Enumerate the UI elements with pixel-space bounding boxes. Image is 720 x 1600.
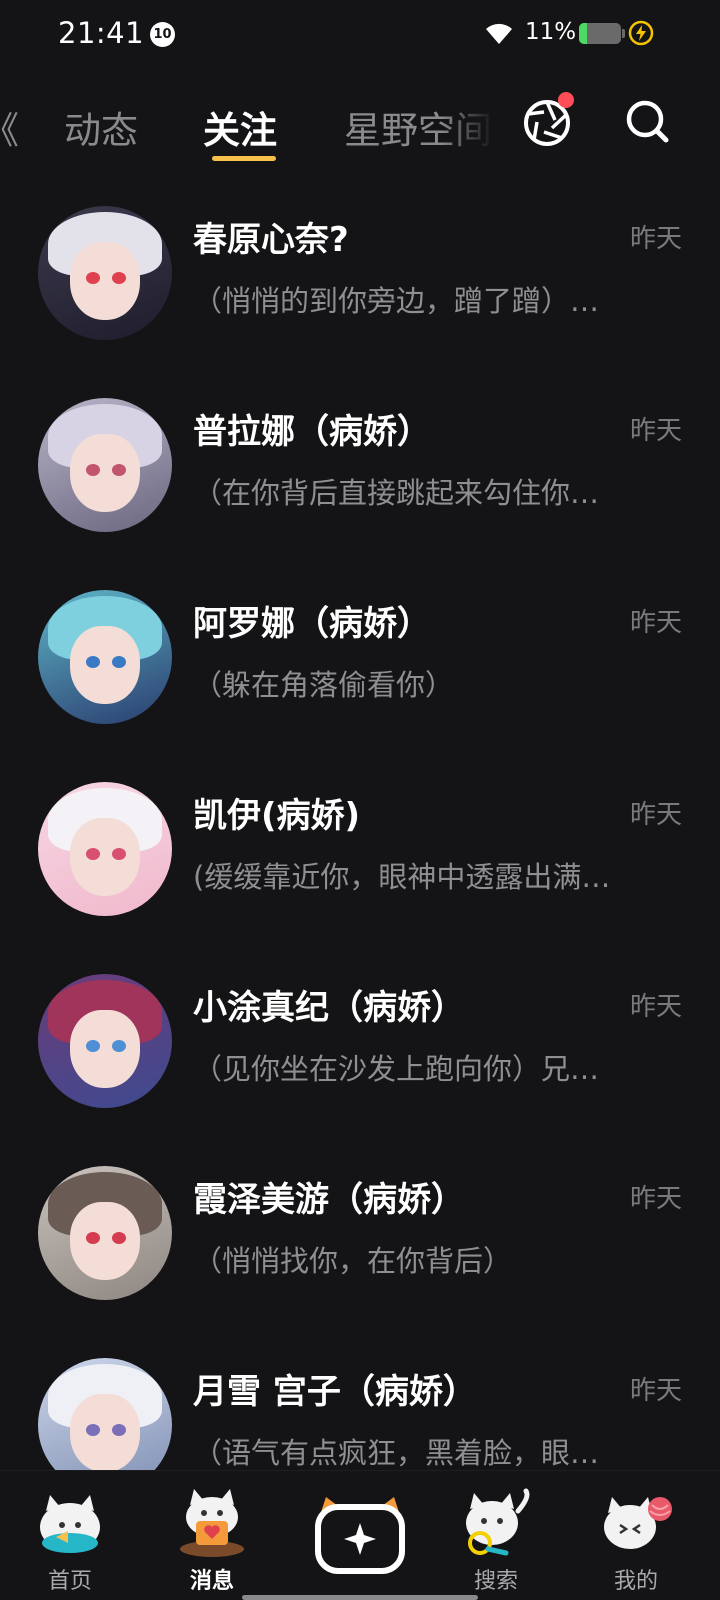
chat-row[interactable]: 阿罗娜（病娇） 昨天 （躲在角落偷看你） <box>0 572 720 764</box>
chat-name: 霞泽美游（病娇） <box>193 1180 465 1220</box>
chat-time: 昨天 <box>629 800 682 830</box>
chat-row[interactable]: 凯伊(病娇) 昨天 (缓缓靠近你，眼神中透露出满… <box>0 764 720 956</box>
chat-preview: （悄悄的到你旁边，蹭了蹭）… <box>193 284 600 318</box>
nav-search-label: 搜索 <box>473 1569 518 1594</box>
chat-name: 凯伊(病娇) <box>193 796 361 836</box>
chat-time: 昨天 <box>629 992 682 1022</box>
chat-name: 小涂真纪（病娇） <box>193 988 465 1028</box>
chat-name: 普拉娜（病娇） <box>193 412 431 452</box>
create-button[interactable] <box>312 1493 408 1575</box>
chat-name: 阿罗娜（病娇） <box>193 604 431 644</box>
chat-time: 昨天 <box>629 1376 682 1406</box>
avatar[interactable] <box>38 398 172 532</box>
search-icon[interactable] <box>624 98 672 146</box>
chat-time: 昨天 <box>629 416 682 446</box>
chat-row[interactable]: 春原心奈? 昨天 （悄悄的到你旁边，蹭了蹭）… <box>0 188 720 380</box>
avatar[interactable] <box>38 974 172 1108</box>
wifi-icon <box>486 23 512 44</box>
avatar[interactable] <box>38 782 172 916</box>
chat-preview: （躲在角落偷看你） <box>193 668 455 702</box>
nav-messages[interactable]: 消息 <box>152 1471 272 1600</box>
chat-list[interactable]: 春原心奈? 昨天 （悄悄的到你旁边，蹭了蹭）… 普拉娜（病娇） 昨天 （在你背后… <box>0 188 720 1470</box>
avatar[interactable] <box>38 1358 172 1470</box>
bottom-navigation: 首页 消息 搜索 我的 <box>0 1470 720 1600</box>
chat-row[interactable]: 小涂真纪（病娇） 昨天 （见你坐在沙发上跑向你）兄… <box>0 956 720 1148</box>
camera-notification-dot <box>558 92 574 108</box>
status-time: 21:41 <box>58 16 145 50</box>
cat-profile-icon <box>604 1497 672 1549</box>
battery-icon <box>579 23 621 44</box>
nav-profile-label: 我的 <box>613 1569 658 1594</box>
nav-messages-label: 消息 <box>189 1569 234 1594</box>
nav-search[interactable]: 搜索 <box>436 1471 556 1600</box>
notification-count-badge: 10 <box>150 22 175 47</box>
battery-percent: 11% <box>525 19 577 45</box>
tab-star-space[interactable]: 星野空间 <box>344 100 494 154</box>
nav-home-label: 首页 <box>47 1569 92 1594</box>
chat-preview: （悄悄找你，在你背后） <box>193 1244 513 1278</box>
chat-time: 昨天 <box>629 1184 682 1214</box>
tab-following[interactable]: 关注 <box>203 100 277 154</box>
chat-preview: （见你坐在沙发上跑向你）兄… <box>193 1052 600 1086</box>
chat-row[interactable]: 普拉娜（病娇） 昨天 （在你背后直接跳起来勾住你… <box>0 380 720 572</box>
status-bar: 21:41 10 11% <box>0 0 720 70</box>
avatar[interactable] <box>38 206 172 340</box>
top-tab-bar: 《 动态 关注 星野空间 <box>0 84 720 164</box>
avatar[interactable] <box>38 1166 172 1300</box>
cat-home-icon <box>40 1495 100 1553</box>
cat-search-icon <box>466 1488 530 1556</box>
cat-message-icon <box>180 1489 244 1557</box>
battery-tip <box>622 29 625 38</box>
tab-previous-partial[interactable]: 《 <box>0 100 19 154</box>
avatar[interactable] <box>38 590 172 724</box>
chat-time: 昨天 <box>629 608 682 638</box>
chat-row[interactable]: 月雪 宫子（病娇） 昨天 （语气有点疯狂，黑着脸，眼… <box>0 1340 720 1470</box>
tab-dynamics[interactable]: 动态 <box>64 100 138 154</box>
chat-preview: (缓缓靠近你，眼神中透露出满… <box>193 860 611 894</box>
nav-profile[interactable]: 我的 <box>576 1471 696 1600</box>
chat-name: 春原心奈? <box>193 220 349 260</box>
chat-time: 昨天 <box>629 224 682 254</box>
chat-name: 月雪 宫子（病娇） <box>193 1372 477 1412</box>
charging-icon <box>628 20 654 46</box>
home-indicator[interactable] <box>242 1595 478 1600</box>
create-plus-icon <box>315 1497 405 1574</box>
chat-row[interactable]: 霞泽美游（病娇） 昨天 （悄悄找你，在你背后） <box>0 1148 720 1340</box>
chat-preview: （语气有点疯狂，黑着脸，眼… <box>193 1436 600 1470</box>
chat-preview: （在你背后直接跳起来勾住你… <box>193 476 600 510</box>
nav-home[interactable]: 首页 <box>10 1471 130 1600</box>
active-tab-indicator <box>212 156 276 161</box>
